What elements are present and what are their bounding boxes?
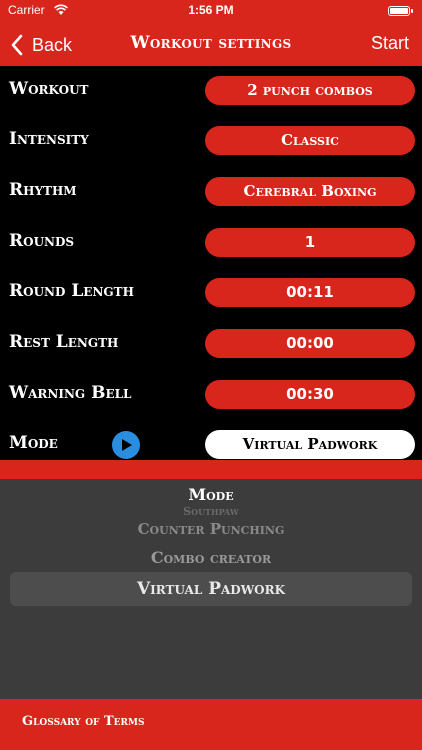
glossary-link[interactable]: Glossary of Terms — [22, 714, 144, 729]
status-time: 1:56 PM — [188, 3, 234, 17]
rhythm-label: Rhythm — [9, 180, 77, 200]
picker-option-combo-creator[interactable]: Combo creator — [0, 548, 422, 567]
round-length-selector[interactable]: 00:11 — [205, 278, 415, 307]
setting-row-warning-bell: Warning Bell 00:30 — [0, 370, 422, 420]
setting-row-rest-length: Rest Length 00:00 — [0, 319, 422, 369]
rounds-label: Rounds — [9, 231, 75, 251]
picker-title: Mode — [188, 485, 234, 504]
rest-length-selector[interactable]: 00:00 — [205, 329, 415, 358]
rhythm-selector[interactable]: Cerebral Boxing — [205, 177, 415, 206]
mode-info-button[interactable] — [112, 431, 140, 459]
rest-length-label: Rest Length — [9, 332, 119, 352]
separator-band — [0, 460, 422, 479]
nav-bar: Back Workout settings Start — [0, 24, 422, 66]
start-button[interactable]: Start — [371, 33, 409, 54]
footer-bar: Glossary of Terms — [0, 699, 422, 750]
setting-row-intensity: Intensity Classic — [0, 116, 422, 166]
status-bar: Carrier 1:56 PM — [0, 0, 422, 24]
intensity-selector[interactable]: Classic — [205, 126, 415, 155]
mode-selector[interactable]: Virtual Padwork — [205, 430, 415, 459]
intensity-label: Intensity — [9, 129, 89, 149]
setting-row-round-length: Round Length 00:11 — [0, 268, 422, 318]
setting-row-rounds: Rounds 1 — [0, 218, 422, 268]
settings-list: Workout 2 punch combos Intensity Classic… — [0, 66, 422, 460]
battery-icon — [388, 6, 413, 16]
warning-bell-label: Warning Bell — [9, 383, 132, 403]
picker-option-counter-punching[interactable]: Counter Punching — [0, 520, 422, 538]
picker-selected-option[interactable]: Virtual Padwork — [10, 572, 412, 606]
mode-label: Mode — [9, 433, 58, 453]
setting-row-rhythm: Rhythm Cerebral Boxing — [0, 167, 422, 217]
page-title: Workout settings — [130, 33, 292, 53]
workout-selector[interactable]: 2 punch combos — [205, 76, 415, 105]
play-icon — [122, 439, 132, 451]
picker-option-southpaw[interactable]: Southpaw — [0, 505, 422, 518]
setting-row-workout: Workout 2 punch combos — [0, 66, 422, 116]
rounds-selector[interactable]: 1 — [205, 228, 415, 257]
mode-picker[interactable]: Mode Southpaw Counter Punching Combo cre… — [0, 479, 422, 699]
round-length-label: Round Length — [9, 281, 134, 301]
workout-label: Workout — [9, 79, 89, 99]
warning-bell-selector[interactable]: 00:30 — [205, 380, 415, 409]
